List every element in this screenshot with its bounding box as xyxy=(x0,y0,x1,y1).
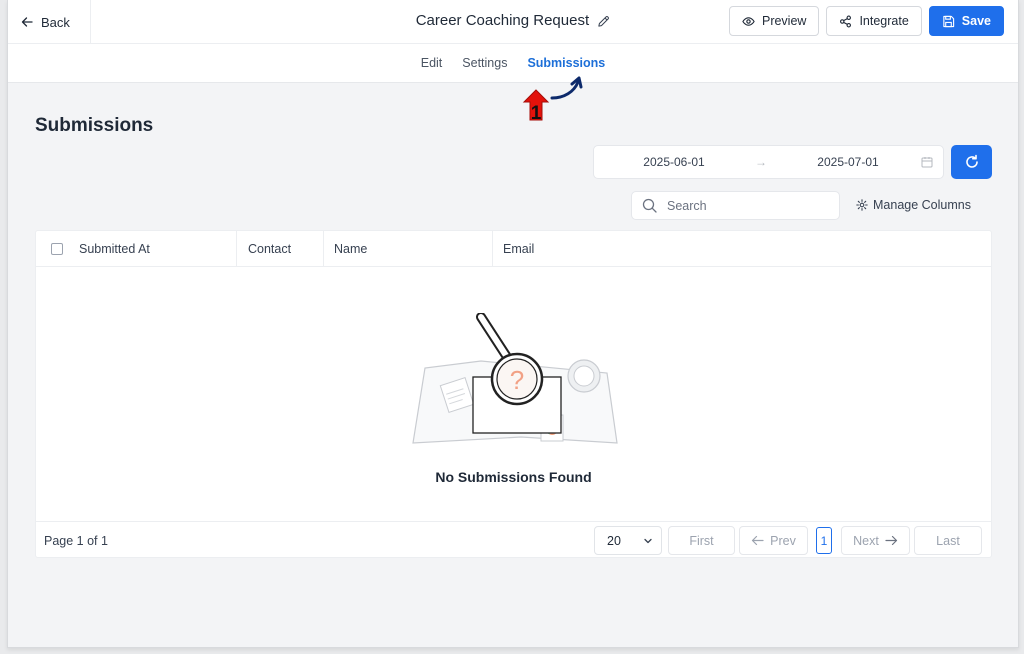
chevron-down-icon xyxy=(644,538,652,543)
preview-label: Preview xyxy=(761,14,807,28)
share-icon xyxy=(840,15,852,27)
save-label: Save xyxy=(961,14,991,28)
submissions-table: Submitted At Contact Name Email ? No Sub… xyxy=(35,230,992,558)
eye-icon xyxy=(742,16,755,26)
manage-columns-button[interactable]: Manage Columns xyxy=(856,198,971,212)
page-size-select[interactable]: 20 xyxy=(594,526,662,555)
save-button[interactable]: Save xyxy=(928,6,1004,36)
gear-icon xyxy=(856,199,868,211)
arrow-right-icon: → xyxy=(755,155,767,169)
last-label: Last xyxy=(936,533,960,548)
current-page-button[interactable]: 1 xyxy=(816,527,832,554)
integrate-button[interactable]: Integrate xyxy=(826,6,922,36)
next-label: Next xyxy=(853,533,879,548)
column-submitted-at[interactable]: Submitted At xyxy=(36,231,237,267)
prev-label: Prev xyxy=(770,533,796,548)
save-icon xyxy=(943,15,954,27)
empty-state-text: No Submissions Found xyxy=(435,469,592,485)
page-size-value: 20 xyxy=(607,533,621,548)
first-page-button[interactable]: First xyxy=(668,526,735,555)
search-icon xyxy=(642,198,657,213)
tab-edit[interactable]: Edit xyxy=(421,56,443,82)
column-contact[interactable]: Contact xyxy=(237,231,324,267)
pagination-bar: Page 1 of 1 20 First Prev 1 Next Last xyxy=(36,521,991,559)
manage-columns-label: Manage Columns xyxy=(873,198,971,212)
column-label: Contact xyxy=(248,242,292,256)
arrow-right-icon xyxy=(885,535,897,546)
page-title: Submissions xyxy=(35,115,154,136)
pencil-icon[interactable] xyxy=(597,15,610,28)
tab-settings[interactable]: Settings xyxy=(462,56,507,82)
date-end[interactable]: 2025-07-01 xyxy=(768,155,928,169)
top-actions: Preview Integrate Save xyxy=(728,6,1004,36)
column-label: Email xyxy=(503,242,535,256)
arrow-left-icon xyxy=(752,535,764,546)
prev-page-button[interactable]: Prev xyxy=(739,526,808,555)
refresh-icon xyxy=(965,154,978,168)
integrate-label: Integrate xyxy=(859,14,909,28)
column-label: Name xyxy=(334,242,368,256)
next-page-button[interactable]: Next xyxy=(841,526,910,555)
calendar-icon xyxy=(921,157,933,168)
column-name[interactable]: Name xyxy=(324,231,493,267)
form-title-text: Career Coaching Request xyxy=(415,12,590,29)
empty-state-illustration: ? xyxy=(412,313,618,444)
preview-button[interactable]: Preview xyxy=(728,6,820,36)
last-page-button[interactable]: Last xyxy=(914,526,982,555)
search-input[interactable] xyxy=(667,198,817,213)
column-email[interactable]: Email xyxy=(493,231,991,267)
date-range-picker[interactable]: 2025-06-01 → 2025-07-01 xyxy=(593,145,944,179)
page-info: Page 1 of 1 xyxy=(44,534,108,548)
step-annotation-marker: 1 xyxy=(522,76,583,124)
table-header: Submitted At Contact Name Email xyxy=(36,231,991,267)
select-all-checkbox[interactable] xyxy=(51,243,63,255)
column-label: Submitted At xyxy=(79,242,150,256)
top-bar: Back Career Coaching Request Preview Int… xyxy=(8,0,1018,44)
refresh-button[interactable] xyxy=(951,145,992,179)
annotation-number: 1 xyxy=(531,103,542,124)
first-label: First xyxy=(689,533,714,548)
app-window: Back Career Coaching Request Preview Int… xyxy=(7,0,1019,648)
svg-text:?: ? xyxy=(510,365,524,395)
search-box xyxy=(631,191,840,220)
date-start[interactable]: 2025-06-01 xyxy=(594,155,754,169)
